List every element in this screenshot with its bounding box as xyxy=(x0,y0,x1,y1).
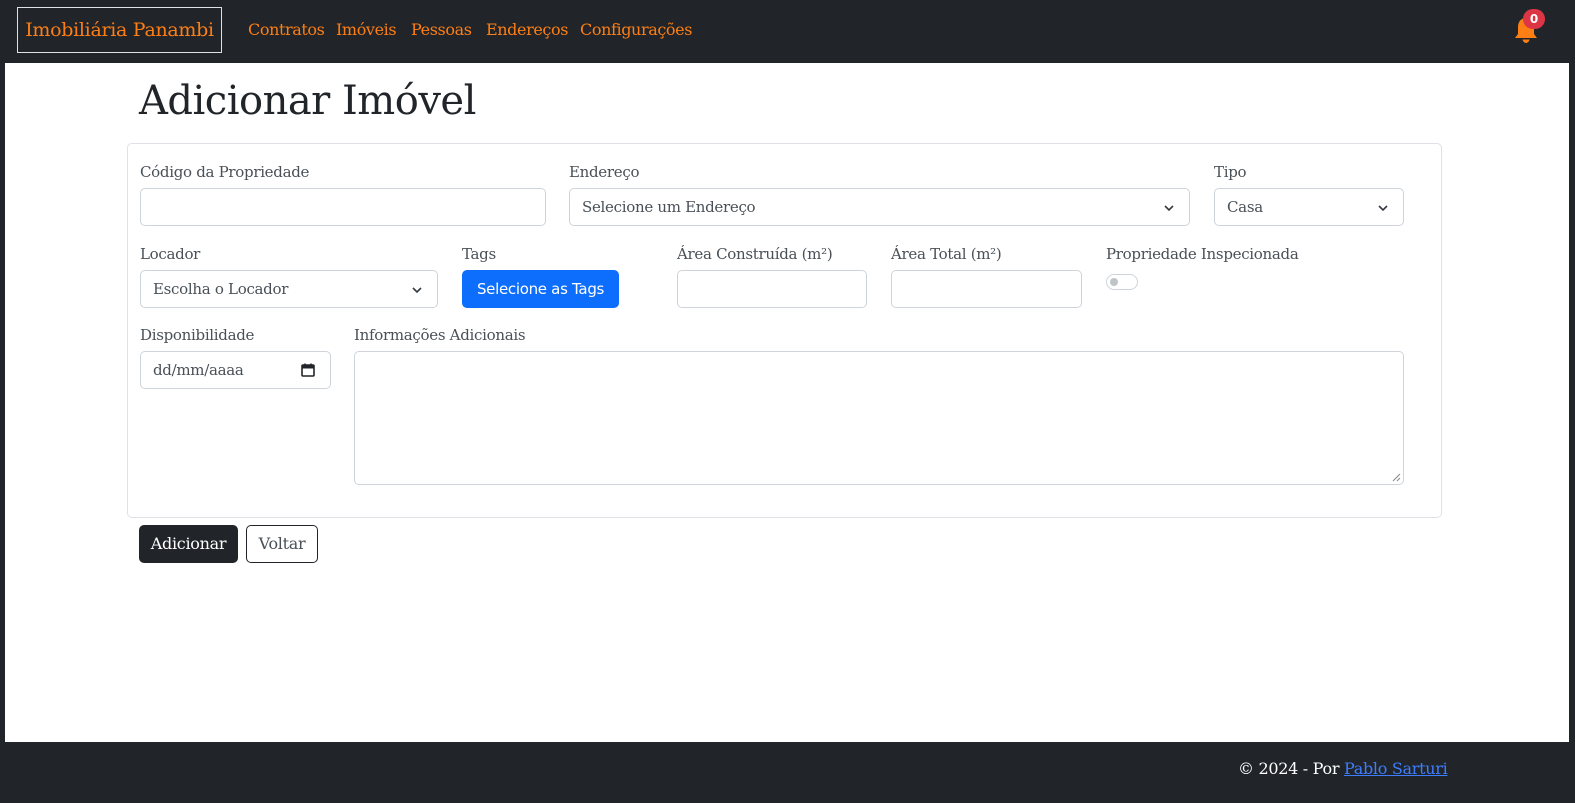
codigo-label: Código da Propriedade xyxy=(140,163,310,181)
disponibilidade-date-input[interactable]: dd/mm/aaaa xyxy=(140,351,331,389)
locador-label: Locador xyxy=(140,245,201,263)
navbar: Imobiliária Panambi Contratos Imóveis Pe… xyxy=(0,0,1575,63)
informacoes-textarea[interactable] xyxy=(354,351,1404,485)
add-button[interactable]: Adicionar xyxy=(139,525,238,563)
codigo-input[interactable] xyxy=(140,188,546,226)
inspecionada-label: Propriedade Inspecionada xyxy=(1106,245,1299,263)
tipo-select-value: Casa xyxy=(1227,198,1263,216)
nav-imoveis[interactable]: Imóveis xyxy=(336,20,397,39)
notification-badge: 0 xyxy=(1523,9,1545,29)
area-total-input[interactable] xyxy=(891,270,1082,308)
page-title: Adicionar Imóvel xyxy=(139,78,476,124)
tipo-label: Tipo xyxy=(1214,163,1247,181)
area-total-label: Área Total (m²) xyxy=(891,245,1002,263)
tags-label: Tags xyxy=(462,245,496,263)
calendar-icon[interactable] xyxy=(301,363,315,377)
endereco-label: Endereço xyxy=(569,163,640,181)
chevron-down-icon xyxy=(1378,205,1388,212)
nav-configuracoes[interactable]: Configurações xyxy=(580,20,692,39)
chevron-down-icon xyxy=(1164,205,1174,212)
switch-knob xyxy=(1110,278,1118,286)
back-button[interactable]: Voltar xyxy=(246,525,318,563)
area-construida-input[interactable] xyxy=(677,270,867,308)
nav-enderecos[interactable]: Endereços xyxy=(486,20,568,39)
resize-grip-icon[interactable] xyxy=(1392,473,1401,482)
nav-contratos[interactable]: Contratos xyxy=(248,20,325,39)
chevron-down-icon xyxy=(412,287,422,294)
disponibilidade-label: Disponibilidade xyxy=(140,326,255,344)
select-tags-button[interactable]: Selecione as Tags xyxy=(462,270,619,308)
footer-text: © 2024 - Por Pablo Sarturi xyxy=(1238,759,1448,778)
locador-select-value: Escolha o Locador xyxy=(153,280,289,298)
footer-copyright: © 2024 - Por xyxy=(1238,759,1340,778)
informacoes-label: Informações Adicionais xyxy=(354,326,526,344)
endereco-select[interactable]: Selecione um Endereço xyxy=(569,188,1190,226)
nav-pessoas[interactable]: Pessoas xyxy=(411,20,472,39)
inspecionada-switch[interactable] xyxy=(1106,274,1138,290)
brand-link[interactable]: Imobiliária Panambi xyxy=(17,7,222,53)
author-link[interactable]: Pablo Sarturi xyxy=(1344,759,1448,778)
endereco-select-value: Selecione um Endereço xyxy=(582,198,756,216)
locador-select[interactable]: Escolha o Locador xyxy=(140,270,438,308)
area-construida-label: Área Construída (m²) xyxy=(677,245,833,263)
date-placeholder: dd/mm/aaaa xyxy=(153,361,244,379)
tipo-select[interactable]: Casa xyxy=(1214,188,1404,226)
